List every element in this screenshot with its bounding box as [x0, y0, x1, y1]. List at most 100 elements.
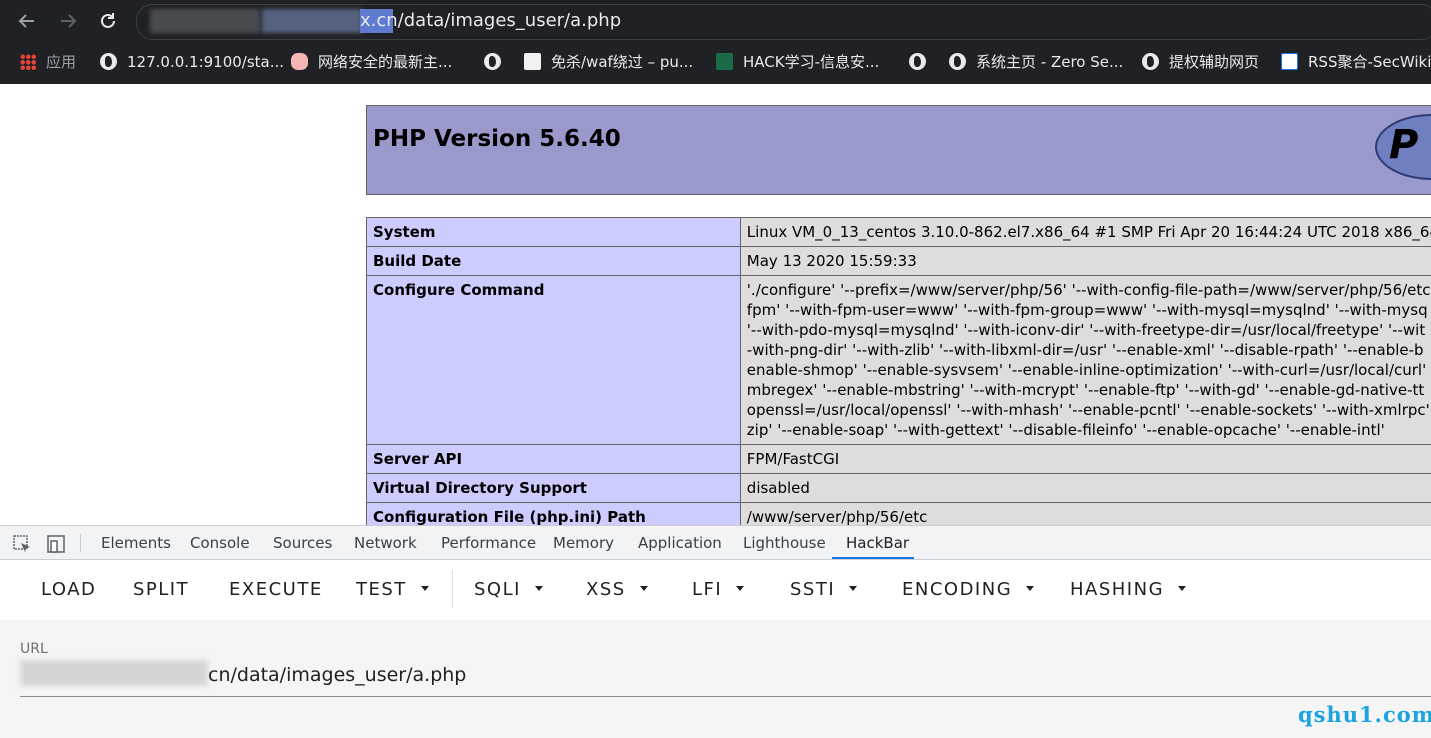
php-version-header: PHP Version 5.6.40 P	[366, 105, 1431, 195]
bookmarks-bar: 应用 127.0.0.1:9100/sta... 网络安全的最新主... 免杀/…	[0, 42, 1431, 84]
info-key: Configure Command	[366, 275, 741, 445]
page-content: PHP Version 5.6.40 P System Linux VM_0_13…	[0, 84, 1431, 525]
tab-network[interactable]: Network	[354, 526, 417, 560]
info-value-line: enable-shmop' '--enable-sysvsem' '--enab…	[746, 361, 1431, 379]
phpinfo-table: System Linux VM_0_13_centos 3.10.0-862.el…	[366, 217, 1431, 525]
hashing-menu-button[interactable]: HASHING	[1070, 560, 1187, 620]
info-value: FPM/FastCGI	[739, 444, 1431, 474]
lfi-menu-button[interactable]: LFI	[692, 560, 745, 620]
inspect-element-icon[interactable]	[8, 530, 34, 556]
url-field-label: URL	[20, 641, 48, 657]
redacted-host	[150, 9, 260, 33]
table-row: Configuration File (php.ini) Path/www/se…	[366, 502, 1431, 525]
info-value-line: '--with-pdo-mysql=mysqlnd' '--with-iconv…	[746, 321, 1426, 339]
info-value-line: mbregex' '--enable-mbstring' '--with-mcr…	[746, 381, 1425, 399]
redacted-host	[20, 660, 208, 686]
info-value: /www/server/php/56/etc	[739, 502, 1431, 525]
bookmark-globe-1[interactable]	[484, 42, 511, 84]
toolbar-divider	[452, 570, 453, 608]
info-value-line: Linux VM_0_13_centos 3.10.0-862.el7.x86_…	[746, 223, 1431, 241]
bookmark-secwiki-rss[interactable]: RSS聚合-SecWiki	[1281, 42, 1431, 84]
devtools-tab-strip: Elements Console Sources Network Perform…	[0, 525, 1431, 560]
info-value-line: /www/server/php/56/etc	[746, 508, 928, 525]
info-value-line: FPM/FastCGI	[746, 450, 840, 468]
forward-arrow-icon[interactable]	[55, 8, 81, 34]
info-value-line: disabled	[746, 479, 810, 497]
bookmark-zero-security[interactable]: 系统主页 - Zero Se...	[949, 42, 1123, 84]
caret-down-icon	[849, 586, 858, 591]
bookmark-privilege-escalation[interactable]: 提权辅助网页	[1142, 42, 1259, 84]
watermark: qshu1.com	[1298, 702, 1431, 727]
table-row: System Linux VM_0_13_centos 3.10.0-862.el…	[366, 217, 1431, 247]
address-bar-text[interactable]: x.cn/data/images_user/a.php	[360, 9, 621, 33]
info-value: May 13 2020 15:59:33	[739, 246, 1431, 276]
xss-menu-button[interactable]: XSS	[586, 560, 648, 620]
redacted-host-selected	[262, 9, 362, 33]
device-toolbar-icon[interactable]	[42, 530, 68, 556]
table-row: Virtual Directory Support disabled	[366, 473, 1431, 503]
bookmark-globe-2[interactable]	[909, 42, 936, 84]
ssti-menu-button[interactable]: SSTI	[790, 560, 858, 620]
globe-icon	[100, 53, 117, 70]
info-value-line: openssl=/usr/local/openssl' '--with-mhas…	[746, 401, 1430, 419]
info-key: System	[366, 217, 741, 247]
hackbar-toolbar: LOAD SPLIT EXECUTE TEST SQLI XSS LFI SST…	[0, 560, 1431, 620]
page-title: PHP Version 5.6.40	[373, 126, 621, 152]
tab-console[interactable]: Console	[190, 526, 250, 560]
info-value-line: May 13 2020 15:59:33	[746, 252, 917, 270]
bookmark-localhost[interactable]: 127.0.0.1:9100/sta...	[100, 42, 284, 84]
info-value-line: -with-png-dir' '--with-zlib' '--with-lib…	[746, 341, 1424, 359]
caret-down-icon	[420, 586, 429, 591]
rss-icon	[1281, 53, 1298, 70]
info-value: './configure' '--prefix=/www/server/php/…	[739, 275, 1431, 445]
info-value-line: fpm' '--with-fpm-user=www' '--with-fpm-g…	[746, 301, 1428, 319]
bookmark-security-news[interactable]: 网络安全的最新主...	[291, 42, 452, 84]
info-key: Configuration File (php.ini) Path	[366, 502, 741, 525]
info-value: disabled	[739, 473, 1431, 503]
chat-bubble-icon	[291, 53, 308, 70]
caret-down-icon	[1178, 586, 1187, 591]
toolbar-divider	[80, 534, 81, 552]
encoding-menu-button[interactable]: ENCODING	[902, 560, 1035, 620]
tab-hackbar[interactable]: HackBar	[846, 526, 909, 560]
url-input[interactable]: cn/data/images_user/a.php	[208, 664, 466, 686]
hack-logo-icon	[716, 53, 733, 70]
caret-down-icon	[736, 586, 745, 591]
bookmark-waf-bypass[interactable]: 免杀/waf绕过 – pu...	[524, 42, 693, 84]
hackbar-panel: URL cn/data/images_user/a.php qshu1.com	[0, 620, 1431, 738]
test-menu-button[interactable]: TEST	[356, 560, 429, 620]
tab-performance[interactable]: Performance	[441, 526, 536, 560]
load-button[interactable]: LOAD	[41, 560, 96, 620]
php-logo-icon: P	[1375, 114, 1431, 180]
info-key: Virtual Directory Support	[366, 473, 741, 503]
caret-down-icon	[1026, 586, 1035, 591]
browser-toolbar: x.cn/data/images_user/a.php	[0, 0, 1431, 42]
globe-icon	[909, 53, 926, 70]
globe-icon	[484, 53, 501, 70]
caret-down-icon	[639, 586, 648, 591]
active-tab-indicator	[832, 557, 914, 559]
globe-icon	[1142, 53, 1159, 70]
globe-icon	[949, 53, 966, 70]
caret-down-icon	[534, 586, 543, 591]
bookmark-apps[interactable]: 应用	[20, 42, 76, 84]
tab-sources[interactable]: Sources	[273, 526, 332, 560]
page-icon	[524, 53, 541, 70]
back-arrow-icon[interactable]	[14, 8, 40, 34]
sqli-menu-button[interactable]: SQLI	[474, 560, 543, 620]
execute-button[interactable]: EXECUTE	[229, 560, 323, 620]
tab-application[interactable]: Application	[638, 526, 722, 560]
info-value-line: './configure' '--prefix=/www/server/php/…	[746, 281, 1431, 299]
bookmark-hack-learning[interactable]: HACK学习-信息安...	[716, 42, 879, 84]
tab-elements[interactable]: Elements	[101, 526, 171, 560]
reload-icon[interactable]	[95, 8, 121, 34]
tab-lighthouse[interactable]: Lighthouse	[743, 526, 826, 560]
table-row: Build Date May 13 2020 15:59:33	[366, 246, 1431, 276]
tab-memory[interactable]: Memory	[553, 526, 614, 560]
split-button[interactable]: SPLIT	[133, 560, 189, 620]
apps-grid-icon	[20, 54, 36, 70]
url-input-underline	[20, 696, 1431, 697]
table-row: Configure Command './configure' '--prefix…	[366, 275, 1431, 445]
info-value: Linux VM_0_13_centos 3.10.0-862.el7.x86_…	[739, 217, 1431, 247]
info-key: Server API	[366, 444, 741, 474]
